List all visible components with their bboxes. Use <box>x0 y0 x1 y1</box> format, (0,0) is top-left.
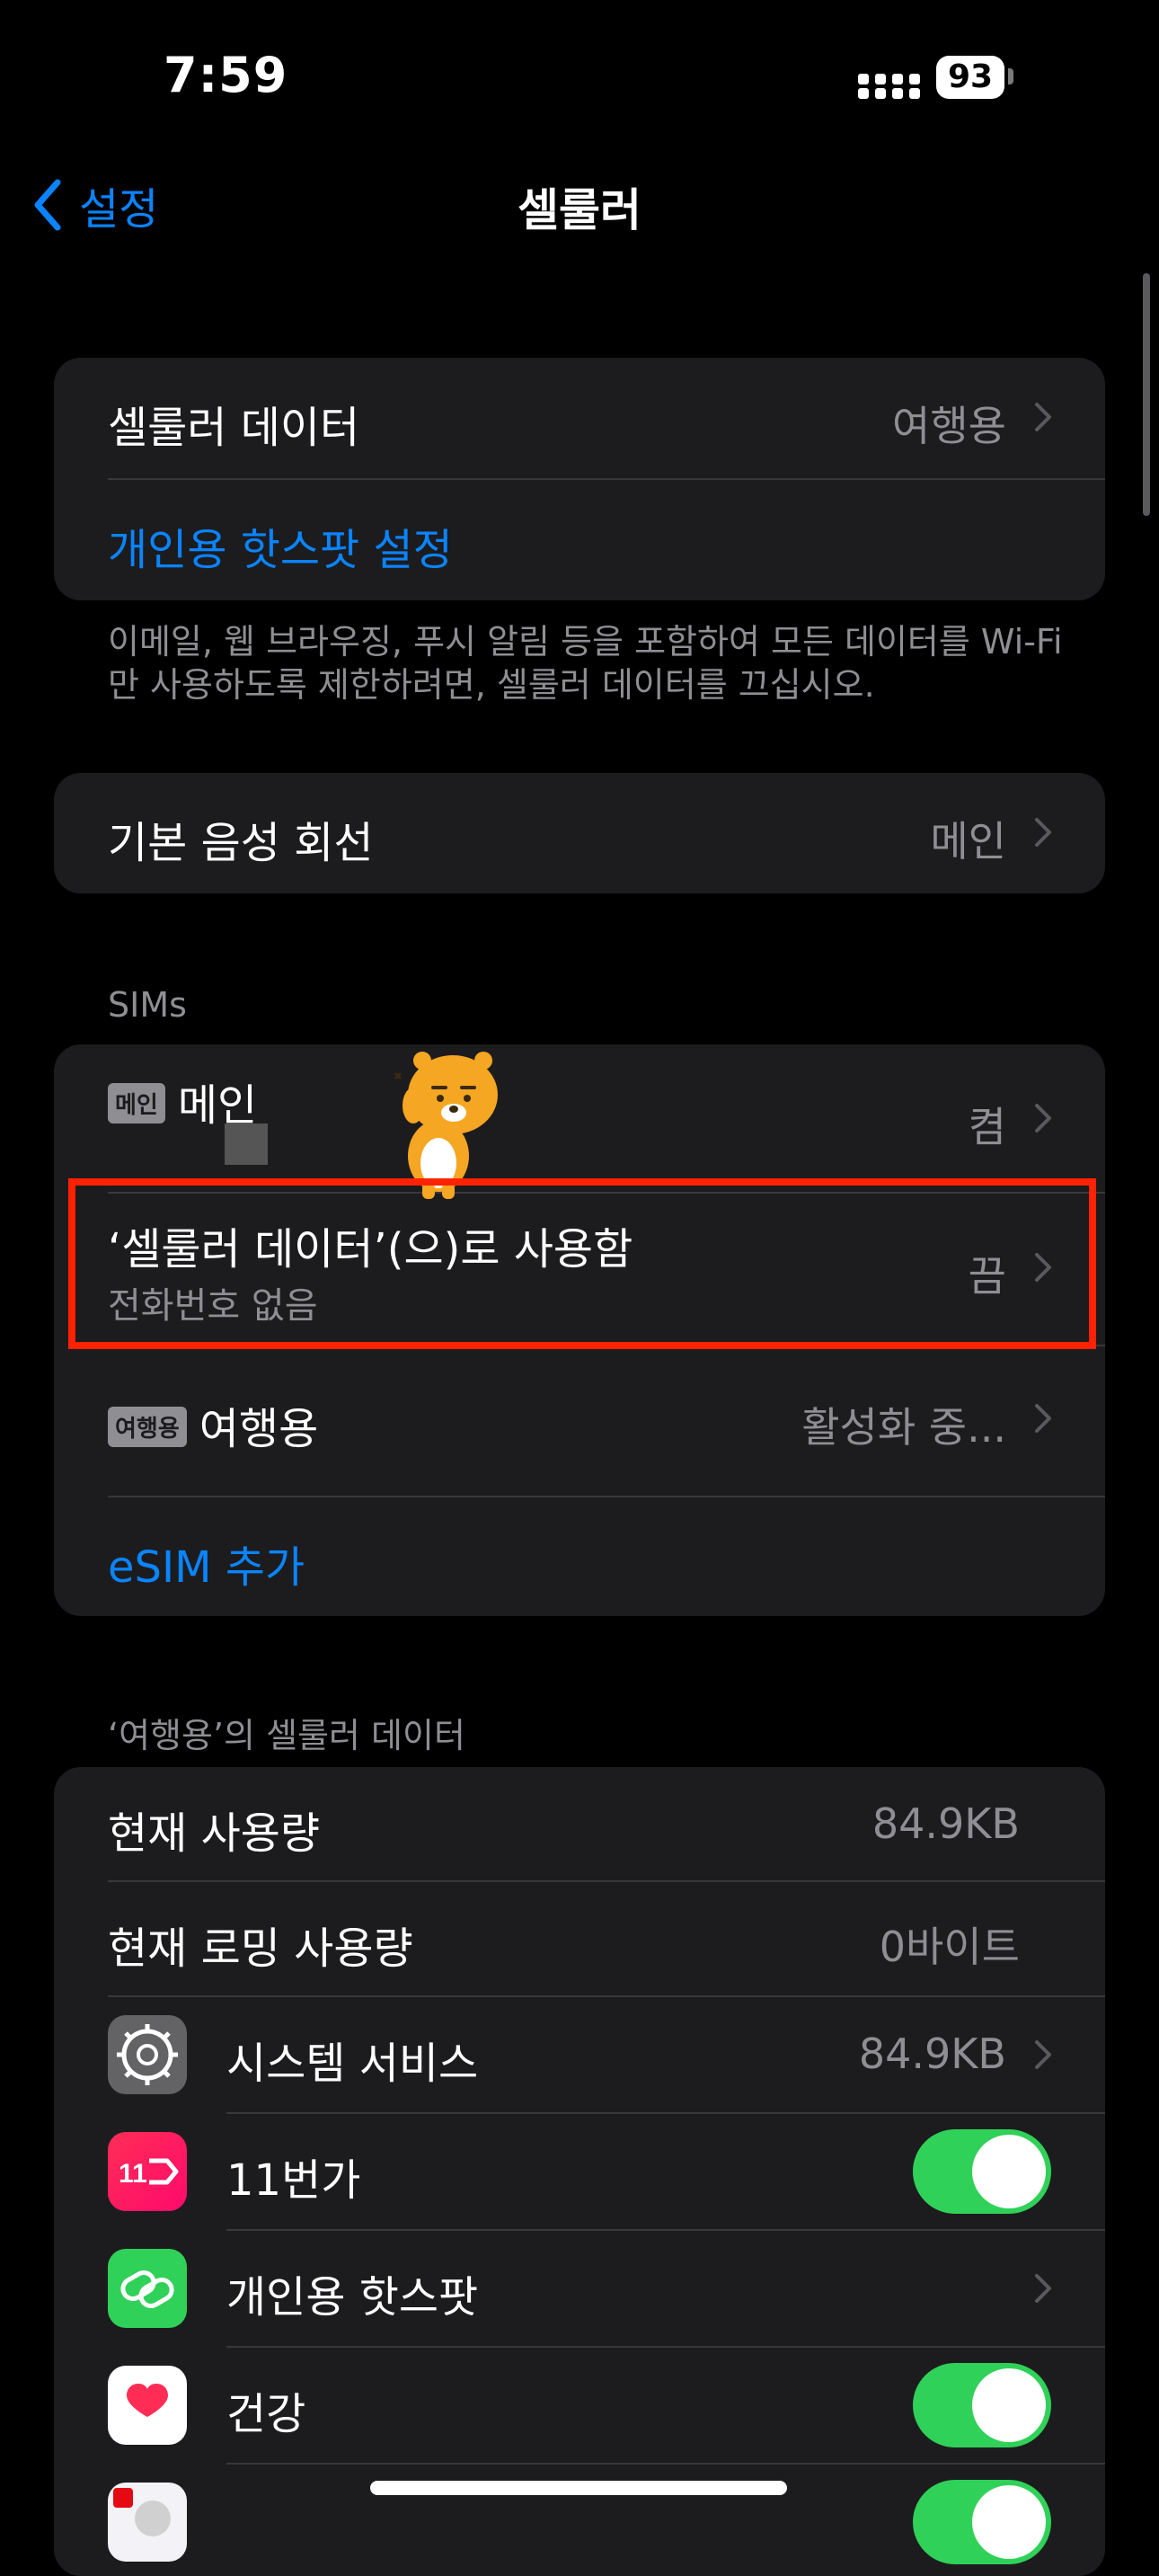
app-row-health: 건강 <box>54 2348 1105 2463</box>
app-name: 11번가 <box>226 2155 361 2206</box>
cellular-data-group: 셀룰러 데이터 여행용 개인용 핫스팟 설정 <box>54 358 1105 600</box>
cellular-signal-icon <box>858 67 921 99</box>
usage-group: 현재 사용량 84.9KB 현재 로밍 사용량 0바이트 시스템 서비스 84.… <box>54 1767 1105 2576</box>
battery-tip <box>1008 68 1013 84</box>
cellular-data-row[interactable]: 셀룰러 데이터 여행용 <box>54 358 1105 478</box>
svg-text:11: 11 <box>119 2159 147 2189</box>
personal-hotspot-row[interactable]: 개인용 핫스팟 <box>54 2231 1105 2346</box>
highlight-box <box>68 1178 1096 1349</box>
status-time: 7:59 <box>164 47 288 103</box>
app-usage-value: 84.9KB <box>858 2030 1006 2078</box>
chevron-right-icon <box>1035 1404 1051 1433</box>
cellular-data-footer: 이메일, 웹 브라우징, 푸시 알림 등을 포함하여 모든 데이터를 Wi-Fi… <box>108 622 1063 705</box>
sim-main-value: 켬 <box>968 1103 1006 1151</box>
sim-main-badge: 메인 <box>108 1082 165 1124</box>
roaming-usage-row: 현재 로밍 사용량 0바이트 <box>54 1882 1105 1995</box>
current-usage-row: 현재 사용량 84.9KB <box>54 1767 1105 1880</box>
scrollbar[interactable] <box>1143 273 1150 516</box>
cellular-data-value: 여행용 <box>892 402 1006 450</box>
current-usage-value: 84.9KB <box>871 1799 1020 1848</box>
app-row-11st: 11 11번가 <box>54 2114 1105 2229</box>
chevron-right-icon <box>1035 403 1051 431</box>
current-usage-label: 현재 사용량 <box>108 1808 321 1859</box>
add-esim-link: eSIM 추가 <box>108 1542 305 1593</box>
system-services-row[interactable]: 시스템 서비스 84.9KB <box>54 1997 1105 2112</box>
app-name: 시스템 서비스 <box>226 2039 479 2089</box>
sim-travel-label: 여행용 <box>199 1404 319 1454</box>
home-indicator[interactable] <box>370 2481 787 2495</box>
sim-main-row[interactable]: 메인 메인 켬 <box>54 1044 1105 1192</box>
chevron-right-icon <box>1035 2040 1051 2069</box>
cellular-data-label: 셀룰러 데이터 <box>108 403 360 453</box>
chevron-right-icon <box>1035 1104 1051 1133</box>
sim-travel-badge: 여행용 <box>108 1406 187 1447</box>
add-esim-row[interactable]: eSIM 추가 <box>54 1497 1105 1616</box>
sim-travel-row[interactable]: 여행용 여행용 활성화 중... <box>54 1346 1105 1496</box>
voice-line-value: 메인 <box>930 817 1006 866</box>
roaming-usage-label: 현재 로밍 사용량 <box>108 1923 413 1974</box>
voice-line-group: 기본 음성 회선 메인 <box>54 773 1105 893</box>
11st-cellular-toggle[interactable] <box>913 2129 1051 2214</box>
hotspot-settings-link: 개인용 핫스팟 설정 <box>108 525 453 575</box>
default-voice-line-row[interactable]: 기본 음성 회선 메인 <box>54 773 1105 893</box>
sims-header: SIMs <box>108 985 187 1025</box>
sim-travel-title: 여행용 여행용 <box>108 1393 318 1456</box>
chevron-right-icon <box>1035 818 1051 847</box>
usage-header: ‘여행용’의 셀룰러 데이터 <box>108 1716 465 1755</box>
health-cellular-toggle[interactable] <box>913 2363 1051 2447</box>
app-name: 개인용 핫스팟 <box>226 2272 479 2323</box>
voice-line-label: 기본 음성 회선 <box>108 818 374 868</box>
roaming-usage-value: 0바이트 <box>879 1923 1020 1971</box>
hotspot-icon <box>108 2249 187 2328</box>
11st-app-icon: 11 <box>108 2132 187 2211</box>
hotspot-settings-row[interactable]: 개인용 핫스팟 설정 <box>54 480 1105 600</box>
page-title: 셀룰러 <box>518 184 641 236</box>
health-heart-icon <box>108 2366 187 2445</box>
app-icon <box>108 2483 187 2562</box>
app-cellular-toggle[interactable] <box>913 2480 1051 2564</box>
app-name: 건강 <box>226 2389 306 2439</box>
battery-icon: 93 <box>936 56 1004 99</box>
chevron-right-icon <box>1035 2274 1051 2303</box>
gear-icon <box>108 2015 187 2094</box>
sim-travel-value: 활성화 중... <box>801 1403 1006 1452</box>
redacted-block <box>225 1124 268 1165</box>
